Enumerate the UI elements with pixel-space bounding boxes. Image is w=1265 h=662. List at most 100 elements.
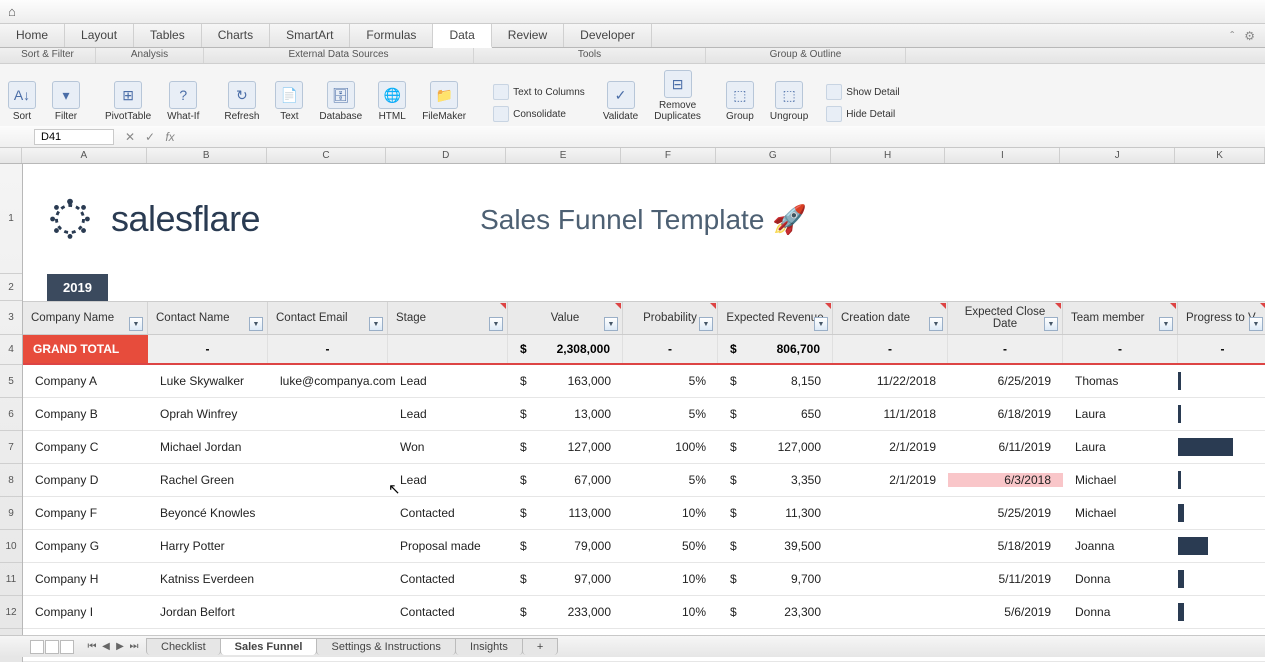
row-header-4[interactable]: 4 [0,335,22,365]
sheet-tab-checklist[interactable]: Checklist [146,638,221,655]
hide-detail-button[interactable]: Hide Detail [822,104,903,124]
sort-button[interactable]: A↓Sort [2,79,42,124]
tab-charts[interactable]: Charts [202,24,270,47]
tab-developer[interactable]: Developer [564,24,652,47]
group-label: Analysis [96,48,204,63]
col-header-D[interactable]: D [386,148,506,163]
row-header-5[interactable]: 5 [0,365,22,398]
filter-dropdown-icon[interactable]: ▼ [929,317,943,331]
refresh-button[interactable]: ↻Refresh [218,79,265,124]
col-header-G[interactable]: G [716,148,831,163]
filter-dropdown-icon[interactable]: ▼ [249,317,263,331]
progress-bar [1178,471,1181,489]
home-icon: ⌂ [8,4,16,19]
tab-tables[interactable]: Tables [134,24,202,47]
select-all-corner[interactable] [0,148,22,163]
col-header-C[interactable]: C [267,148,387,163]
row-header-6[interactable]: 6 [0,398,22,431]
progress-bar [1178,537,1208,555]
group-label: External Data Sources [204,48,474,63]
row-header-12[interactable]: 12 [0,596,22,629]
th-close_date: Expected Close Date▼ [948,302,1063,334]
html-source-button[interactable]: 🌐HTML [372,79,412,124]
grid: 123456789101112 salesflare Sales Funnel … [0,164,1265,662]
settings-gear-icon[interactable]: ⚙ [1244,29,1255,43]
consolidate-button[interactable]: Consolidate [489,104,589,124]
header-row: salesflare Sales Funnel Template 🚀 [23,164,1265,274]
sheet-tab-sales-funnel[interactable]: Sales Funnel [220,638,318,655]
cancel-icon[interactable]: ✕ [122,130,138,144]
col-header-B[interactable]: B [147,148,267,163]
sheet-tab-settings-instructions[interactable]: Settings & Instructions [316,638,455,655]
table-row[interactable]: Company DRachel GreenLead$67,0005%$3,350… [23,464,1265,497]
filter-dropdown-icon[interactable]: ▼ [699,317,713,331]
table-row[interactable]: Company ALuke Skywalkerluke@companya.com… [23,365,1265,398]
row-header-9[interactable]: 9 [0,497,22,530]
table-header: Company Name▼Contact Name▼Contact Email▼… [23,301,1265,335]
validate-button[interactable]: ✓Validate [597,79,644,124]
col-header-H[interactable]: H [831,148,946,163]
pivottable-button[interactable]: ⊞PivotTable [99,79,157,124]
col-header-K[interactable]: K [1175,148,1265,163]
text-source-button[interactable]: 📄Text [269,79,309,124]
collapse-ribbon-icon[interactable]: ˆ [1230,29,1234,43]
database-source-button[interactable]: 🗄Database [313,79,368,124]
row-header-1[interactable]: 1 [0,164,22,274]
table-row[interactable]: Company BOprah WinfreyLead$13,0005%$6501… [23,398,1265,431]
filter-dropdown-icon[interactable]: ▼ [1044,317,1058,331]
col-header-E[interactable]: E [506,148,621,163]
filter-dropdown-icon[interactable]: ▼ [604,317,618,331]
fx-icon[interactable]: fx [162,130,178,144]
confirm-icon[interactable]: ✓ [142,130,158,144]
tab-smartart[interactable]: SmartArt [270,24,350,47]
filter-dropdown-icon[interactable]: ▼ [814,317,828,331]
add-sheet-button[interactable]: + [522,638,558,655]
col-header-I[interactable]: I [945,148,1060,163]
row-header-2[interactable]: 2 [0,274,22,301]
sheet-nav-arrows[interactable]: ⏮◀▶⏭ [86,641,140,652]
table-row[interactable]: Company FBeyoncé KnowlesContacted$113,00… [23,497,1265,530]
col-header-J[interactable]: J [1060,148,1175,163]
tab-layout[interactable]: Layout [65,24,134,47]
tab-review[interactable]: Review [492,24,564,47]
name-box[interactable] [34,129,114,145]
table-body: Company ALuke Skywalkerluke@companya.com… [23,365,1265,662]
remove-duplicates-button[interactable]: ⊟RemoveDuplicates [648,68,707,124]
show-detail-button[interactable]: Show Detail [822,82,903,102]
row-header-8[interactable]: 8 [0,464,22,497]
table-row[interactable]: Company IJordan BelfortContacted$233,000… [23,596,1265,629]
progress-bar [1178,570,1184,588]
tab-formulas[interactable]: Formulas [350,24,433,47]
col-header-A[interactable]: A [22,148,147,163]
col-header-F[interactable]: F [621,148,716,163]
worksheet[interactable]: salesflare Sales Funnel Template 🚀 2019 … [23,164,1265,662]
filter-dropdown-icon[interactable]: ▼ [369,317,383,331]
filter-dropdown-icon[interactable]: ▼ [489,317,503,331]
filter-button[interactable]: ▾Filter [46,79,86,124]
filemaker-source-button[interactable]: 📁FileMaker [416,79,472,124]
filter-dropdown-icon[interactable]: ▼ [1159,317,1173,331]
progress-bar [1178,603,1184,621]
table-row[interactable]: Company CMichael JordanWon$127,000100%$1… [23,431,1265,464]
row-header-11[interactable]: 11 [0,563,22,596]
filter-dropdown-icon[interactable]: ▼ [1249,317,1263,331]
row-header-10[interactable]: 10 [0,530,22,563]
row-header-7[interactable]: 7 [0,431,22,464]
sheet-tab-insights[interactable]: Insights [455,638,523,655]
th-value: Value▼ [508,302,623,334]
view-mode-buttons[interactable] [30,640,74,654]
text-to-columns-button[interactable]: Text to Columns [489,82,589,102]
validate-button-icon: ✓ [607,81,635,109]
whatif-button[interactable]: ?What-If [161,79,205,124]
filter-dropdown-icon[interactable]: ▼ [129,317,143,331]
tab-data[interactable]: Data [433,24,491,48]
table-row[interactable]: Company HKatniss EverdeenContacted$97,00… [23,563,1265,596]
group-button[interactable]: ⬚Group [720,79,760,124]
table-row[interactable]: Company GHarry PotterProposal made$79,00… [23,530,1265,563]
group-label: Sort & Filter [0,48,96,63]
tab-home[interactable]: Home [0,24,65,47]
ribbon-tabs: HomeLayoutTablesChartsSmartArtFormulasDa… [0,24,1265,48]
ungroup-button[interactable]: ⬚Ungroup [764,79,814,124]
comment-indicator-icon [500,303,506,309]
row-header-3[interactable]: 3 [0,301,22,335]
